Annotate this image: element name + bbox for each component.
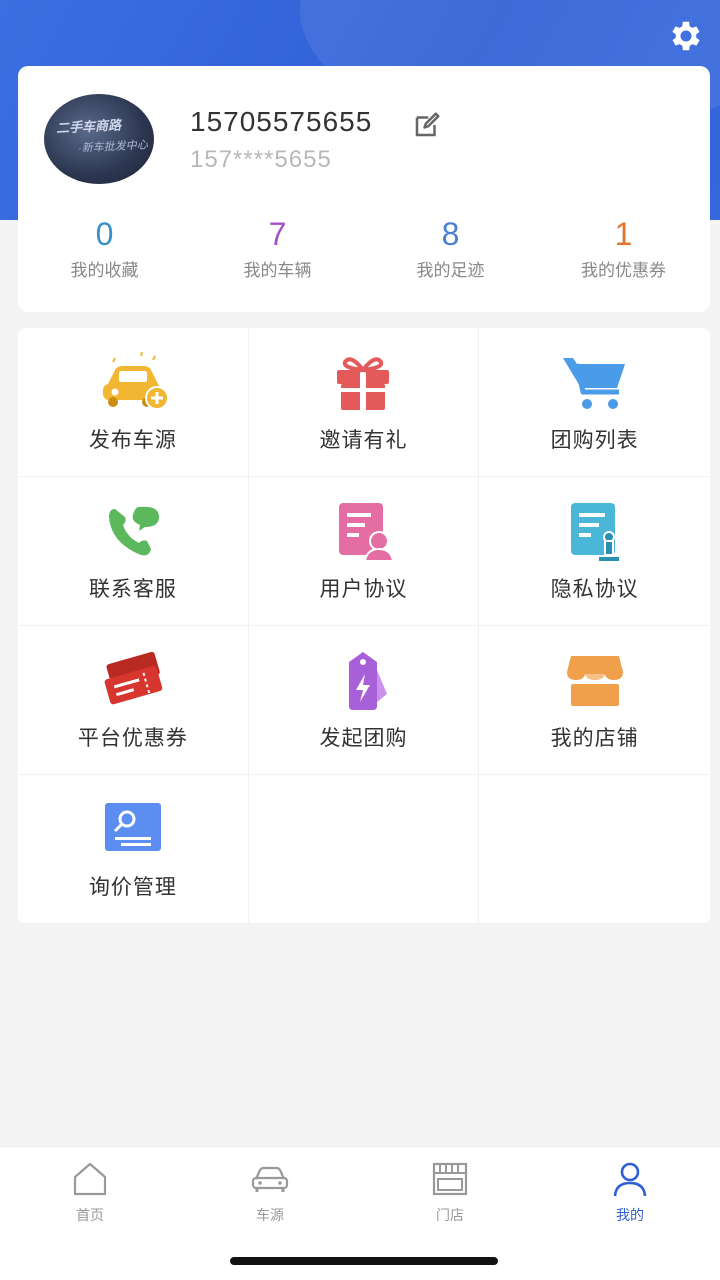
stat-value: 7 xyxy=(268,216,287,252)
menu-label: 用户协议 xyxy=(319,578,408,601)
tab-label: 门店 xyxy=(436,1207,464,1223)
stat-footprints[interactable]: 8 我的足迹 xyxy=(364,214,537,294)
menu-label: 平台优惠券 xyxy=(77,727,188,750)
menu-label: 发布车源 xyxy=(88,429,177,452)
menu-invite[interactable]: 邀请有礼 xyxy=(248,328,480,477)
empty-cell xyxy=(479,775,710,924)
menu-platform-coupons[interactable]: 平台优惠券 xyxy=(18,626,249,775)
menu-group-buy-list[interactable]: 团购列表 xyxy=(479,328,710,477)
menu-label: 询价管理 xyxy=(88,876,177,899)
stat-value: 8 xyxy=(441,216,460,252)
privacy-document-icon xyxy=(570,503,619,561)
masked-phone: 157****5655 xyxy=(190,146,332,173)
search-card-icon xyxy=(104,803,161,851)
menu-label: 团购列表 xyxy=(550,429,639,452)
tickets-icon xyxy=(104,651,163,705)
menu-label: 我的店铺 xyxy=(550,727,639,750)
menu-my-store[interactable]: 我的店铺 xyxy=(479,626,710,775)
menu-user-agreement[interactable]: 用户协议 xyxy=(248,477,480,626)
avatar-text: ·新车批发中心 xyxy=(77,139,148,155)
user-phone: 15705575655 xyxy=(190,106,373,137)
tab-label: 我的 xyxy=(616,1207,644,1223)
empty-cell xyxy=(248,775,480,924)
edit-profile-button[interactable] xyxy=(412,110,442,140)
menu-label: 联系客服 xyxy=(88,578,177,601)
menu-privacy-agreement[interactable]: 隐私协议 xyxy=(479,477,710,626)
avatar-text: 二手车商路 xyxy=(55,117,122,136)
tab-home[interactable]: 首页 xyxy=(0,1147,180,1280)
menu-start-group-buy[interactable]: 发起团购 xyxy=(248,626,480,775)
tab-mine[interactable]: 我的 xyxy=(540,1147,720,1280)
menu-inquiry-management[interactable]: 询价管理 xyxy=(18,775,249,924)
stat-coupons[interactable]: 1 我的优惠券 xyxy=(537,214,710,294)
edit-icon xyxy=(415,112,440,137)
store-icon xyxy=(566,656,623,706)
stat-vehicles[interactable]: 7 我的车辆 xyxy=(191,214,364,294)
shop-icon xyxy=(432,1162,468,1196)
home-indicator xyxy=(230,1257,498,1265)
user-icon xyxy=(613,1162,647,1197)
avatar[interactable]: 二手车商路 ·新车批发中心 xyxy=(44,94,154,184)
gift-icon xyxy=(337,357,390,410)
function-grid: 发布车源 邀请有礼 团购列表 联系客服 用户协议 隐私协议 平台优惠券 发起团购… xyxy=(18,328,710,924)
tab-label: 首页 xyxy=(76,1207,104,1223)
menu-label: 隐私协议 xyxy=(550,578,639,601)
stat-label: 我的车辆 xyxy=(243,261,312,280)
tab-label: 车源 xyxy=(256,1207,284,1223)
menu-label: 发起团购 xyxy=(319,727,408,750)
stat-label: 我的收藏 xyxy=(70,261,139,280)
stat-favorites[interactable]: 0 我的收藏 xyxy=(18,214,191,294)
stat-label: 我的足迹 xyxy=(416,261,485,280)
gear-icon xyxy=(672,21,700,51)
menu-contact-service[interactable]: 联系客服 xyxy=(18,477,249,626)
stats-row: 0 我的收藏 7 我的车辆 8 我的足迹 1 我的优惠券 xyxy=(18,214,710,294)
menu-label: 邀请有礼 xyxy=(319,429,408,452)
tag-bolt-icon xyxy=(349,652,388,710)
stat-label: 我的优惠券 xyxy=(581,261,666,280)
profile-card: 二手车商路 ·新车批发中心 15705575655 157****5655 0 … xyxy=(18,66,710,312)
menu-publish-car[interactable]: 发布车源 xyxy=(18,328,249,477)
settings-button[interactable] xyxy=(664,14,708,58)
shopping-cart-icon xyxy=(562,358,625,409)
user-document-icon xyxy=(339,503,395,562)
car-plus-icon xyxy=(102,351,169,410)
stat-value: 1 xyxy=(614,216,633,252)
stat-value: 0 xyxy=(95,216,114,252)
car-icon xyxy=(251,1166,289,1192)
phone-chat-icon xyxy=(108,506,159,556)
home-icon xyxy=(73,1162,107,1196)
